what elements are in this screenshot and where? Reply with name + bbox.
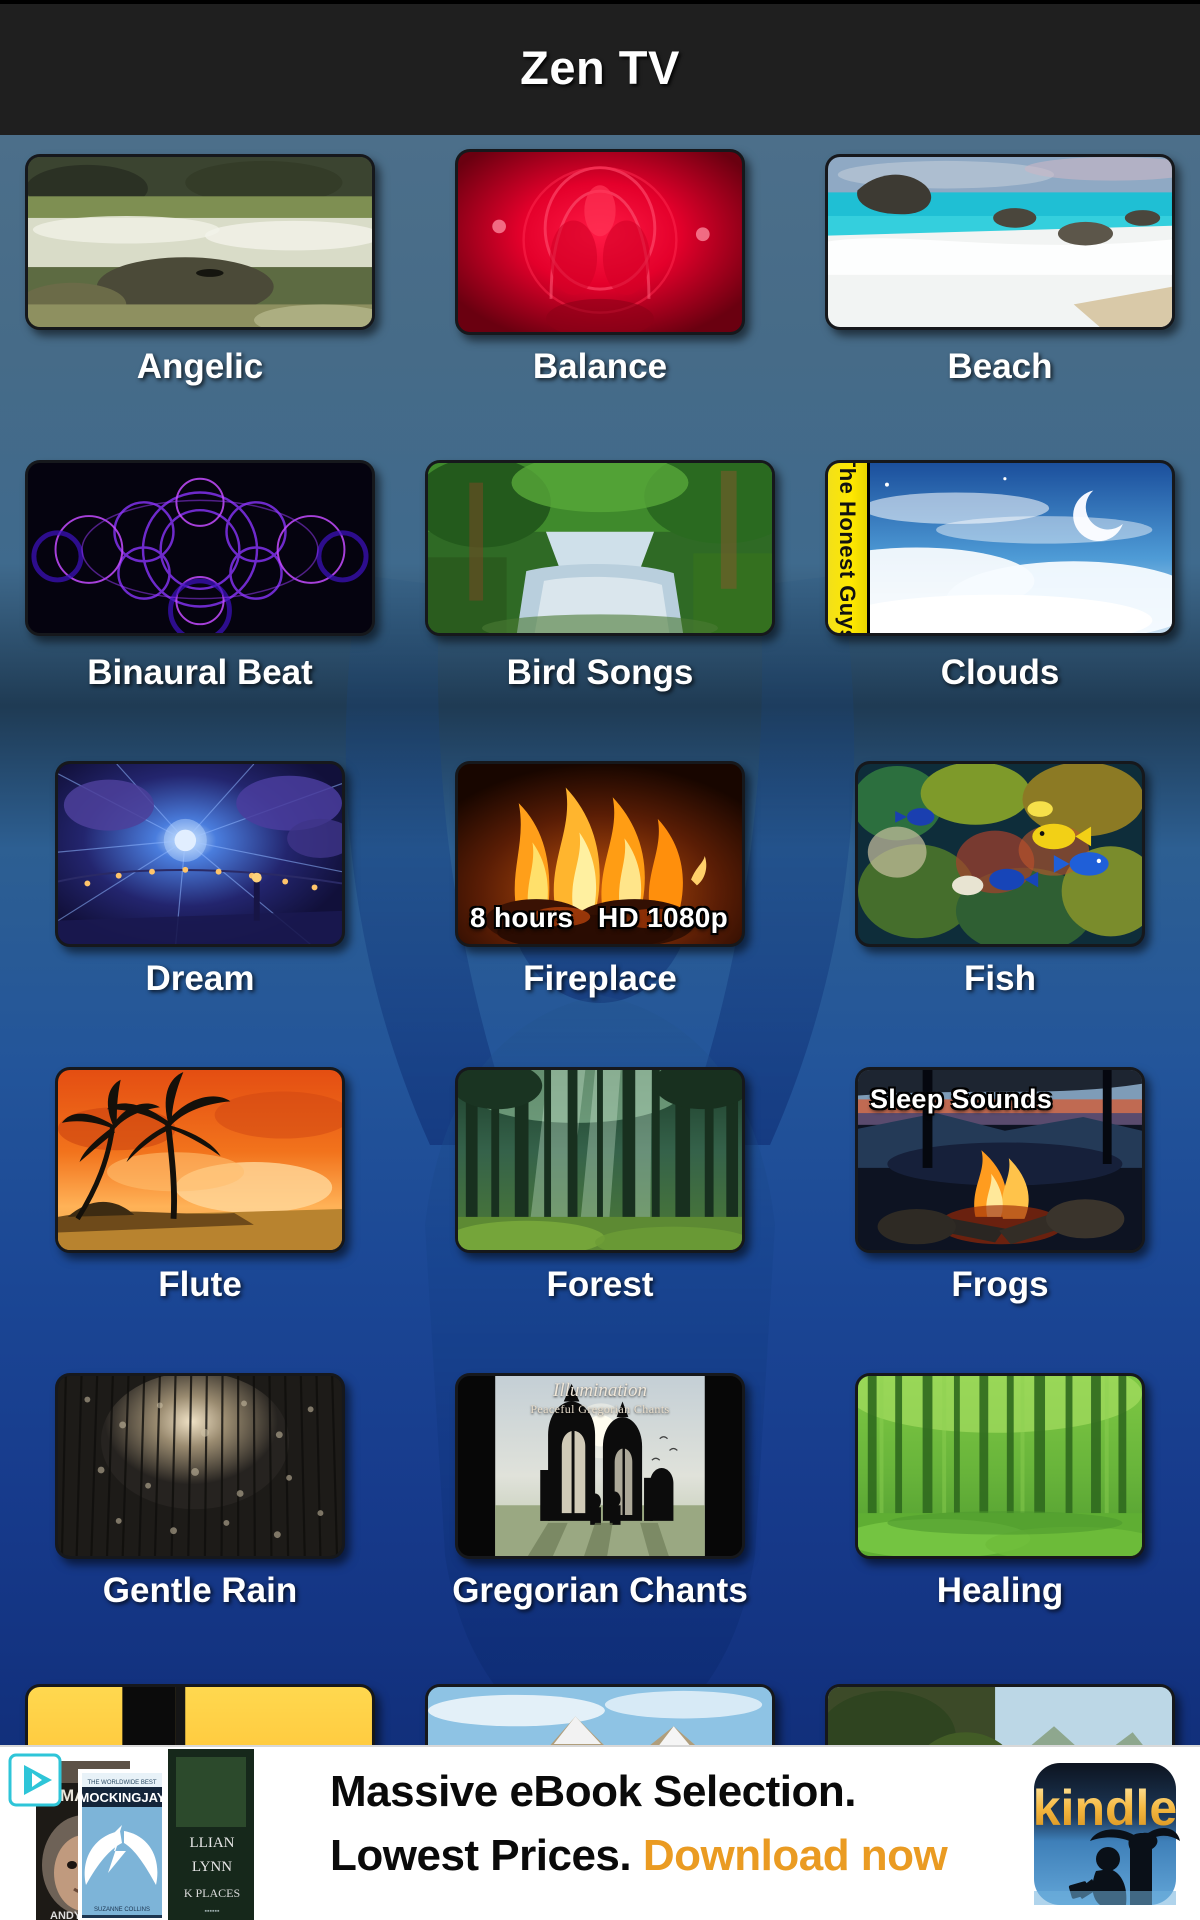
thumbnail-wrapper — [25, 761, 375, 947]
thumbnail-wrapper: Sleep Sounds — [825, 1067, 1175, 1253]
honest-guys-badge: The Honest Guys — [828, 463, 870, 633]
rain-window-art — [58, 1376, 342, 1556]
thumbnail-dream[interactable] — [55, 761, 345, 947]
gregorian-album-title: Illumination — [553, 1380, 647, 1401]
thumbnail-wrapper: Illumination Peaceful Gregorian Chants — [425, 1373, 775, 1559]
grid-item-dream[interactable]: Dream — [5, 761, 395, 1067]
thumbnail-wrapper — [25, 149, 375, 335]
dream-lights-art — [58, 764, 342, 944]
channel-label: Gentle Rain — [102, 1571, 298, 1610]
thumbnail-flute[interactable] — [55, 1067, 345, 1253]
beach-surf-art — [828, 157, 1172, 327]
coral-reef-art — [858, 764, 1142, 944]
grid-item-forest[interactable]: Forest — [405, 1067, 795, 1373]
grid-item-angelic[interactable]: Angelic — [5, 149, 395, 455]
grid-item-gentle-rain[interactable]: Gentle Rain — [5, 1373, 395, 1679]
thumbnail-wrapper — [425, 149, 775, 335]
grid-item-fish[interactable]: Fish — [805, 761, 1195, 1067]
svg-text:LYNN: LYNN — [192, 1859, 232, 1875]
svg-text:K PLACES: K PLACES — [184, 1886, 240, 1900]
thumbnail-wrapper: The Honest Guys — [825, 455, 1175, 641]
adchoices-play-icon[interactable] — [8, 1753, 62, 1807]
thumbnail-wrapper: 8 hours HD 1080p — [425, 761, 775, 947]
thumbnail-forest[interactable] — [455, 1067, 745, 1253]
grid-item-flute[interactable]: Flute — [5, 1067, 395, 1373]
svg-text:▪▪▪▪▪▪: ▪▪▪▪▪▪ — [205, 1908, 220, 1915]
kindle-logo-text: kindle — [1033, 1780, 1177, 1836]
grid-item-clouds[interactable]: The Honest Guys Clouds — [805, 455, 1195, 761]
thumbnail-gregorian-chants[interactable]: Illumination Peaceful Gregorian Chants — [455, 1373, 745, 1559]
zen-tv-app: Zen TV Angelic Balance Beach Binaural Be… — [0, 0, 1200, 1920]
thumbnail-wrapper — [825, 1373, 1175, 1559]
thumbnail-fish[interactable] — [855, 761, 1145, 947]
grid-item-healing[interactable]: Healing — [805, 1373, 1195, 1679]
thumbnail-gentle-rain[interactable] — [55, 1373, 345, 1559]
sunbeam-forest-art — [458, 1070, 742, 1250]
svg-text:MOCKINGJAY: MOCKINGJAY — [79, 1790, 166, 1805]
river-stones-art — [28, 157, 372, 327]
forest-stream-art — [428, 463, 772, 633]
thumbnail-wrapper — [425, 455, 775, 641]
sleep-sounds-overlay: Sleep Sounds — [870, 1084, 1053, 1114]
svg-text:LLIAN: LLIAN — [190, 1835, 235, 1851]
purple-fractal-art — [28, 463, 372, 633]
fireplace-quality-overlay: HD 1080p — [597, 902, 728, 933]
grid-item-balance[interactable]: Balance — [405, 149, 795, 455]
channel-label: Balance — [532, 347, 668, 386]
ad-banner[interactable]: LLIAN LYNN K PLACES ▪▪▪▪▪▪ MART ANDY W T… — [0, 1745, 1200, 1920]
thumbnail-wrapper — [825, 149, 1175, 335]
ad-subline-text: Lowest Prices. — [330, 1831, 632, 1880]
thumbnail-healing[interactable] — [855, 1373, 1145, 1559]
thumbnail-wrapper — [825, 761, 1175, 947]
thumbnail-bird-songs[interactable] — [425, 460, 775, 636]
moon-clouds-art — [828, 463, 1172, 633]
ad-cta-link[interactable]: Download now — [643, 1831, 948, 1880]
channel-label: Frogs — [951, 1265, 1049, 1304]
channel-label: Angelic — [136, 347, 264, 386]
thumbnail-beach[interactable] — [825, 154, 1175, 330]
palm-sunset-art — [58, 1070, 342, 1250]
grid-item-beach[interactable]: Beach — [805, 149, 1195, 455]
thumbnail-fireplace[interactable]: 8 hours HD 1080p — [455, 761, 745, 947]
ad-copy: Massive eBook Selection. Lowest Prices. … — [330, 1767, 948, 1881]
ad-headline: Massive eBook Selection. — [330, 1767, 857, 1816]
honest-guys-badge-text: The Honest Guys — [835, 460, 861, 636]
channel-label: Forest — [546, 1265, 654, 1304]
channel-label: Binaural Beat — [87, 653, 313, 692]
channel-label: Beach — [947, 347, 1053, 386]
thumbnail-wrapper — [425, 1067, 775, 1253]
thumbnail-clouds[interactable]: The Honest Guys — [825, 460, 1175, 636]
thumbnail-wrapper — [25, 1373, 375, 1559]
grid-item-gregorian-chants[interactable]: Illumination Peaceful Gregorian Chants G… — [405, 1373, 795, 1679]
thumbnail-angelic[interactable] — [25, 154, 375, 330]
channel-label: Flute — [158, 1265, 242, 1304]
red-mandala-art — [458, 152, 742, 332]
ad-subline: Lowest Prices. Download now — [330, 1831, 948, 1881]
channel-label: Clouds — [940, 653, 1060, 692]
grid-item-binaural-beat[interactable]: Binaural Beat — [5, 455, 395, 761]
channel-label: Healing — [936, 1571, 1064, 1610]
channel-label: Gregorian Chants — [452, 1571, 748, 1610]
kindle-logo[interactable]: kindle — [1030, 1759, 1180, 1909]
thumbnail-wrapper — [25, 1067, 375, 1253]
fireplace-duration-overlay: 8 hours — [470, 902, 574, 933]
thumbnail-wrapper — [25, 455, 375, 641]
grid-item-fireplace[interactable]: 8 hours HD 1080p Fireplace — [405, 761, 795, 1067]
channel-label: Fireplace — [523, 959, 677, 998]
grid-item-frogs[interactable]: Sleep Sounds Frogs — [805, 1067, 1195, 1373]
page-title: Zen TV — [520, 41, 680, 94]
channel-label: Bird Songs — [506, 653, 694, 692]
svg-text:SUZANNE COLLINS: SUZANNE COLLINS — [94, 1907, 150, 1913]
channel-label: Fish — [964, 959, 1036, 998]
app-header: Zen TV — [0, 0, 1200, 135]
channel-grid: Angelic Balance Beach Binaural Beat Bird… — [0, 135, 1200, 1920]
thumbnail-binaural-beat[interactable] — [25, 460, 375, 636]
thumbnail-frogs[interactable]: Sleep Sounds — [855, 1067, 1145, 1253]
gregorian-album-subtitle: Peaceful Gregorian Chants — [530, 1402, 670, 1416]
green-woods-art — [858, 1376, 1142, 1556]
svg-text:THE WORLDWIDE BEST: THE WORLDWIDE BEST — [87, 1780, 156, 1786]
grid-item-bird-songs[interactable]: Bird Songs — [405, 455, 795, 761]
channel-label: Dream — [145, 959, 255, 998]
thumbnail-balance[interactable] — [455, 149, 745, 335]
